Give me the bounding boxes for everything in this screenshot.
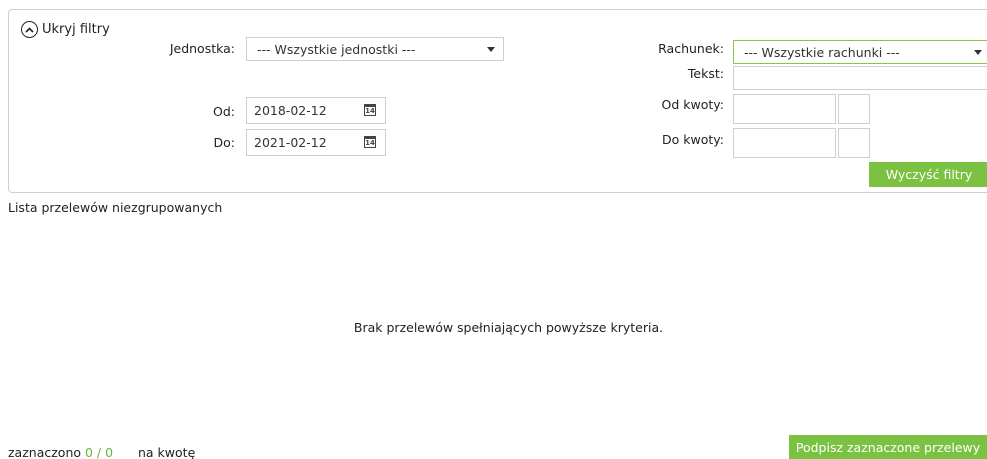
- date-from-label: Od:: [213, 104, 235, 119]
- clear-filters-button[interactable]: Wyczyść filtry: [869, 162, 987, 187]
- amount-to-decimal-input[interactable]: [838, 128, 870, 158]
- unit-select[interactable]: --- Wszystkie jednostki ---: [246, 37, 504, 61]
- date-to-label: Do:: [213, 135, 235, 150]
- amount-from-integer-input[interactable]: [733, 94, 836, 124]
- list-title: Lista przelewów niezgrupowanych: [8, 200, 223, 215]
- amount-to-label: Do kwoty:: [662, 132, 724, 147]
- date-from-field[interactable]: 2018-02-12 14: [246, 97, 386, 124]
- selected-label: zaznaczono: [8, 445, 82, 459]
- date-from-value: 2018-02-12: [254, 103, 327, 118]
- hide-filters-label: Ukryj filtry: [42, 22, 110, 37]
- amount-from-decimal-input[interactable]: [838, 94, 870, 124]
- calendar-icon[interactable]: 14: [364, 136, 376, 148]
- date-to-field[interactable]: 2021-02-12 14: [246, 129, 386, 156]
- text-input[interactable]: [733, 66, 987, 90]
- date-to-value: 2021-02-12: [254, 135, 327, 150]
- unit-select-value: --- Wszystkie jednostki ---: [257, 41, 416, 57]
- dropdown-caret-icon: [487, 47, 495, 52]
- account-select-value: --- Wszystkie rachunki ---: [744, 44, 900, 60]
- amount-label: na kwotę: [138, 445, 196, 459]
- unit-label: Jednostka:: [169, 41, 235, 56]
- filter-panel: Ukryj filtry Jednostka: --- Wszystkie je…: [8, 9, 987, 193]
- selected-count: 0 / 0: [85, 445, 114, 459]
- chevron-up-icon: [21, 21, 38, 38]
- account-label: Rachunek:: [658, 41, 724, 56]
- dropdown-caret-icon: [974, 50, 982, 55]
- amount-to-integer-input[interactable]: [733, 128, 836, 158]
- text-label: Tekst:: [687, 66, 724, 81]
- amount-from-label: Od kwoty:: [661, 97, 724, 112]
- hide-filters-toggle[interactable]: Ukryj filtry: [21, 21, 110, 38]
- calendar-icon[interactable]: 14: [364, 104, 376, 116]
- empty-list-message: Brak przelewów spełniających powyższe kr…: [353, 320, 664, 335]
- sign-selected-transfers-button[interactable]: Podpisz zaznaczone przelewy: [789, 435, 987, 459]
- account-select[interactable]: --- Wszystkie rachunki ---: [733, 40, 987, 64]
